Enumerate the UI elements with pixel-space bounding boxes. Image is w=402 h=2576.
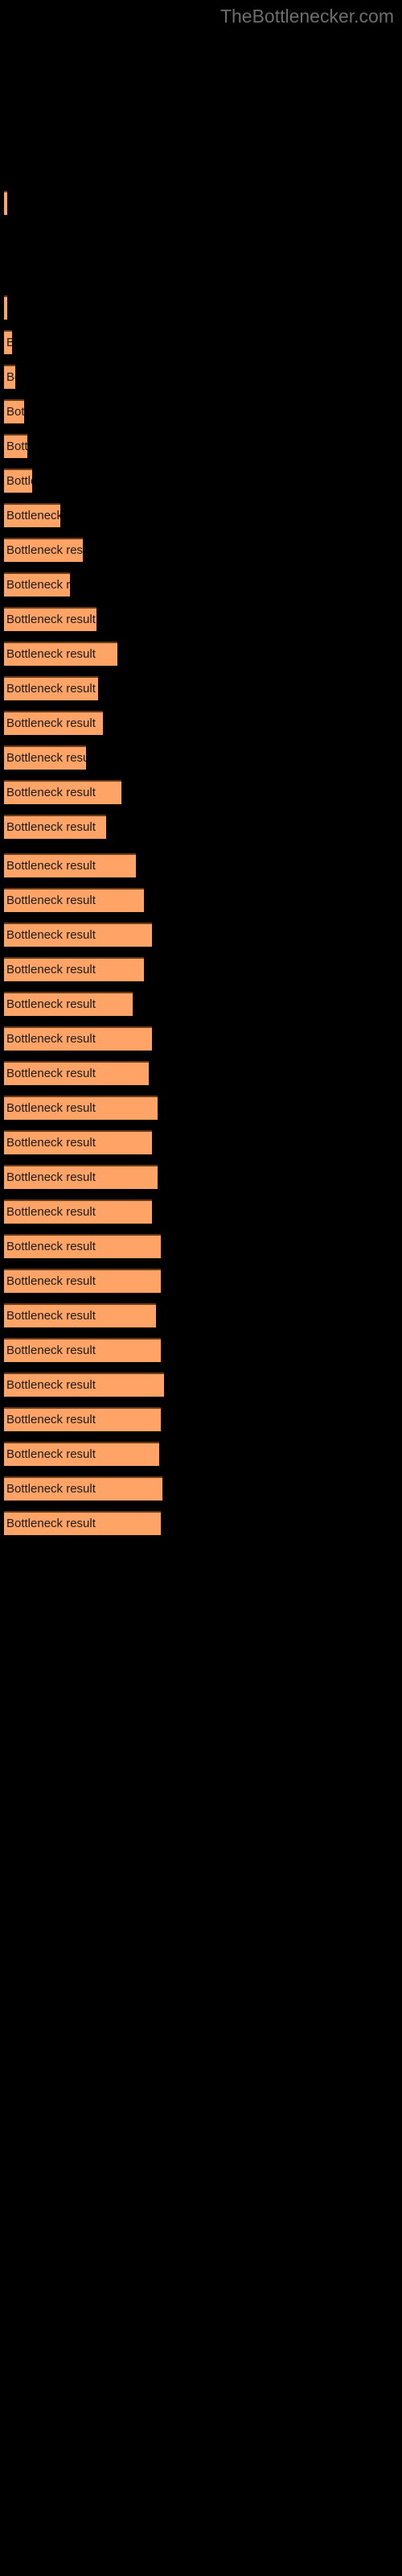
chart-bar[interactable]: Bottleneck result [4,1407,161,1431]
chart-bar[interactable]: Bottleneck result [4,711,103,735]
chart-bar[interactable]: Bottleneck result [4,434,27,458]
chart-bar-label: Bottleneck result [6,1413,96,1426]
chart-bar[interactable]: Bottleneck result [4,923,152,947]
chart-bar-label: Bottleneck result [6,1274,96,1288]
chart-bar-label: Bottleneck result [6,302,7,315]
chart-bar-label: Bottleneck result [6,1205,96,1219]
chart-bar[interactable]: Bottleneck result [4,295,7,320]
chart-bar-label: Bottleneck result [6,1067,96,1080]
chart-bar-label: Bottleneck result [6,751,86,765]
chart-bar-label: Bottleneck result [6,1032,96,1046]
bottleneck-chart-page: TheBottlenecker.com Bottleneck resultBot… [0,0,402,2576]
chart-bar-label: Bottleneck result [6,1378,96,1392]
chart-bar[interactable]: Bottleneck result [4,1511,161,1535]
chart-bar[interactable]: Bottleneck result [4,538,83,562]
chart-bar-label: Bottleneck result [6,1517,96,1530]
chart-bar-label: Bottleneck result [6,578,70,592]
chart-bar-label: Bottleneck result [6,197,7,210]
chart-bar[interactable]: Bottleneck result [4,1476,162,1501]
chart-bar[interactable]: Bottleneck result [4,853,136,877]
chart-bar[interactable]: Bottleneck result [4,957,144,981]
chart-bar-label: Bottleneck result [6,716,96,730]
chart-bar-label: Bottleneck result [6,963,96,976]
chart-bar[interactable]: Bottleneck result [4,1338,161,1362]
chart-bar-label: Bottleneck result [6,928,96,942]
chart-bar[interactable]: Bottleneck result [4,399,24,423]
chart-bar-label: Bottleneck result [6,1344,96,1357]
chart-bar[interactable]: Bottleneck result [4,1303,156,1327]
chart-bar[interactable]: Bottleneck result [4,745,86,770]
chart-bar[interactable]: Bottleneck result [4,1199,152,1224]
chart-bar[interactable]: Bottleneck result [4,642,117,666]
chart-bar[interactable]: Bottleneck result [4,1061,149,1085]
chart-bar-label: Bottleneck result [6,820,96,834]
chart-bar-label: Bottleneck result [6,543,83,557]
chart-bar-label: Bottleneck result [6,786,96,799]
chart-bar-label: Bottleneck result [6,1309,96,1323]
chart-bar[interactable]: Bottleneck result [4,1130,152,1154]
chart-bar-label: Bottleneck result [6,1482,96,1496]
chart-bar[interactable]: Bottleneck result [4,1096,158,1120]
chart-bar[interactable]: Bottleneck result [4,330,12,354]
chart-bar[interactable]: Bottleneck result [4,1269,161,1293]
chart-bar-label: Bottleneck result [6,1240,96,1253]
chart-bar[interactable]: Bottleneck result [4,607,96,631]
bar-chart-plot-area: Bottleneck result Bottleneck result Bottle… [0,0,402,2576]
chart-bar-label: Bottleneck result [6,1136,96,1150]
chart-bar-label: Bottleneck result [6,370,15,384]
chart-bar-label: Bottleneck result [6,336,12,349]
chart-bar[interactable]: Bottleneck result [4,992,133,1016]
chart-bar-label: Bottleneck result [6,894,96,907]
chart-bar-label: Bottleneck result [6,509,60,522]
chart-bar-label: Bottleneck result [6,682,96,696]
chart-bar[interactable]: Bottleneck result [4,815,106,839]
chart-bar-label: Bottleneck result [6,613,96,626]
chart-bar[interactable]: Bottleneck result [4,503,60,527]
chart-bar-label: Bottleneck result [6,405,24,419]
chart-bar[interactable]: Bottleneck result [4,780,121,804]
chart-bar[interactable]: Bottleneck result [4,888,144,912]
chart-bar[interactable]: Bottleneck result [4,365,15,389]
chart-bar-label: Bottleneck result [6,859,96,873]
chart-bar[interactable]: Bottleneck result [4,1442,159,1466]
chart-bar[interactable]: Bottleneck result [4,1026,152,1051]
chart-bar[interactable]: Bottleneck result [4,1234,161,1258]
chart-bar-label: Bottleneck result [6,647,96,661]
chart-bar-label: Bottleneck result [6,1447,96,1461]
chart-bar[interactable]: Bottleneck result [4,572,70,597]
chart-bar-label: Bottleneck result [6,997,96,1011]
chart-bar[interactable]: Bottleneck result [4,191,7,215]
chart-bar-label: Bottleneck result [6,1170,96,1184]
chart-bar-label: Bottleneck result [6,440,27,453]
chart-bar[interactable]: Bottleneck result [4,1165,158,1189]
chart-bar[interactable]: Bottleneck result [4,1373,164,1397]
chart-bar-label: Bottleneck result [6,1101,96,1115]
chart-bar[interactable]: Bottleneck result [4,676,98,700]
chart-bar[interactable]: Bottleneck result [4,469,32,493]
chart-bar-label: Bottleneck result [6,474,32,488]
